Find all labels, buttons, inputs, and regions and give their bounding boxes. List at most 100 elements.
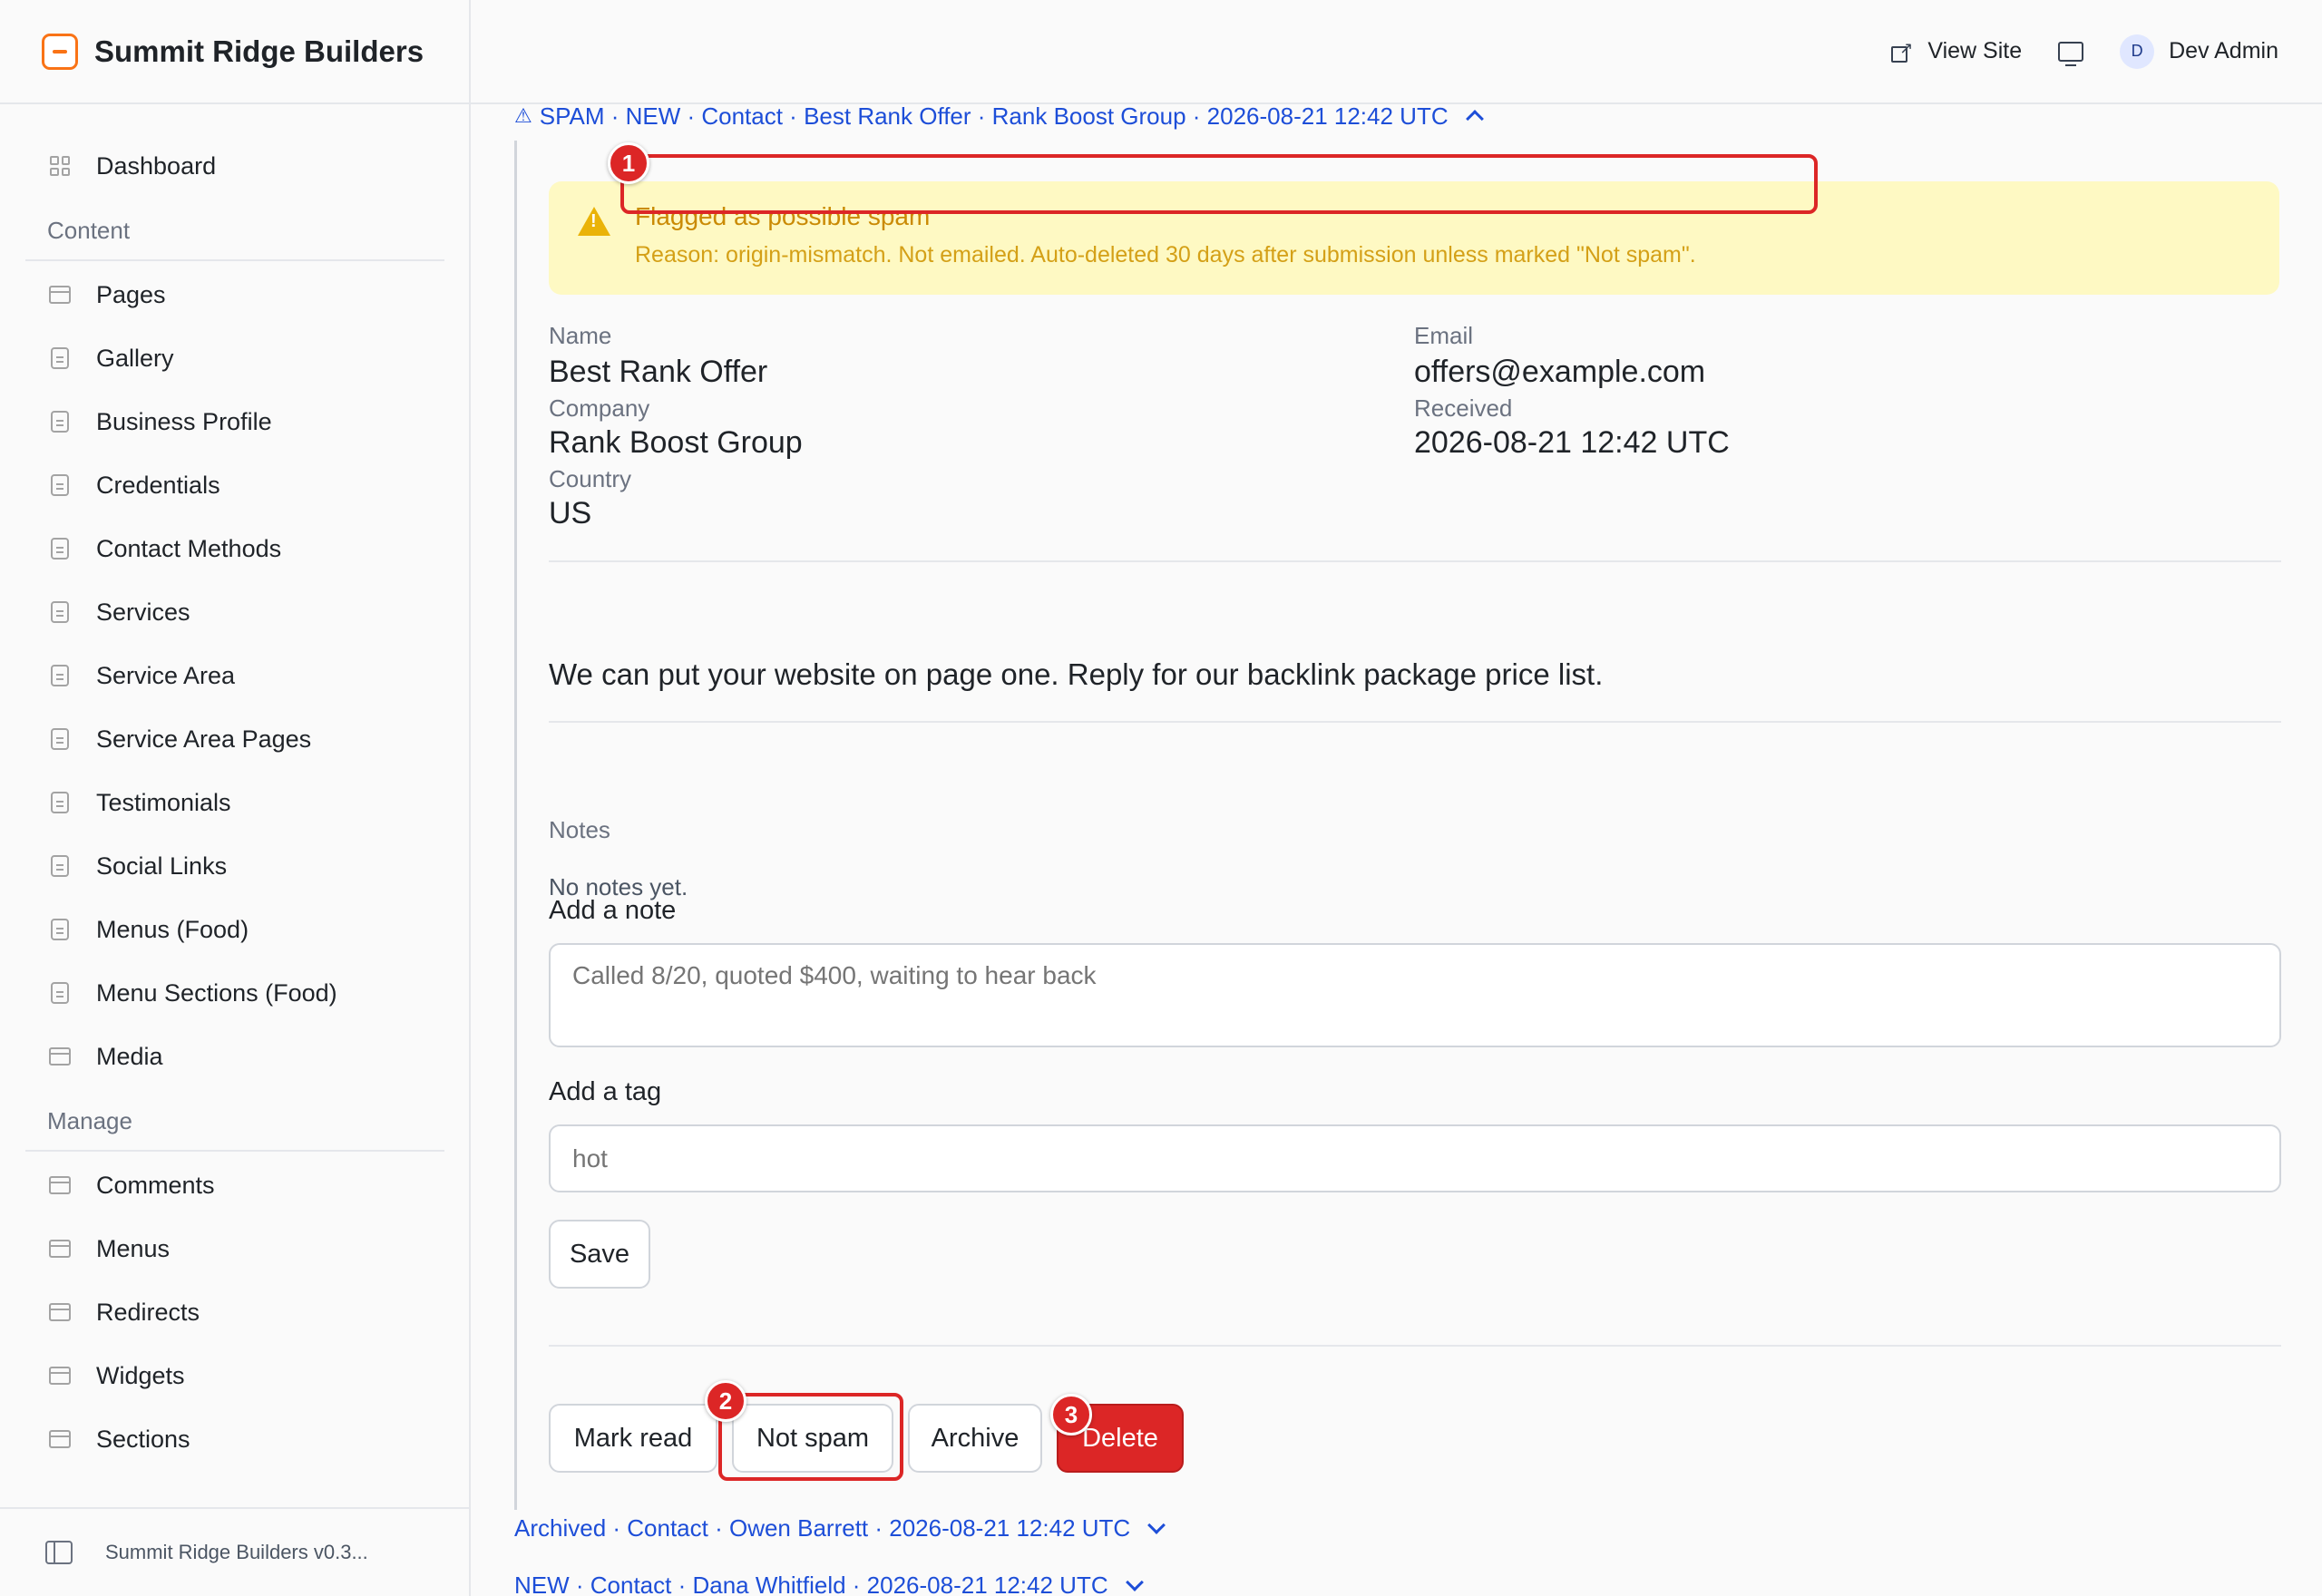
entry-detail: Flagged as possible spam Reason: origin-… (514, 141, 2281, 1510)
user-menu[interactable]: D Dev Admin (2120, 34, 2278, 69)
sidebar-item-credentials[interactable]: Credentials (25, 453, 444, 517)
document-icon (49, 411, 71, 433)
document-icon (49, 982, 71, 1004)
save-button[interactable]: Save (549, 1220, 650, 1289)
sidebar-item-menus-food[interactable]: Menus (Food) (25, 898, 444, 961)
warning-icon (578, 207, 610, 236)
sidebar-item-media[interactable]: Media (25, 1025, 444, 1088)
document-icon (49, 538, 71, 560)
sidebar-item-gallery[interactable]: Gallery (25, 326, 444, 390)
sidebar-footer: Summit Ridge Builders v0.3... (0, 1507, 471, 1596)
archive-button[interactable]: Archive (908, 1404, 1042, 1473)
sidebar-item-label: Comments (96, 1171, 215, 1199)
collapsed-entry[interactable]: Archived · Contact · Owen Barrett · 2026… (514, 1513, 1166, 1542)
sidebar-item-label: Pages (96, 280, 166, 308)
company-value: Rank Boost Group (549, 425, 803, 460)
brand-logo-icon (42, 33, 78, 70)
email-label: Email (1414, 322, 1474, 349)
warning-icon: ⚠ (514, 104, 532, 127)
collapsed-entry[interactable]: NEW · Contact · Dana Whitfield · 2026-08… (514, 1571, 1144, 1596)
user-name: Dev Admin (2169, 38, 2278, 63)
add-note-label: Add a note (549, 896, 677, 925)
external-link-icon: ↗ (1891, 40, 1913, 63)
country-label: Country (549, 465, 632, 492)
document-icon (49, 919, 71, 940)
sidebar: Summit Ridge Builders Dashboard Content … (0, 0, 471, 1596)
annotation-marker: 3 (1050, 1394, 1092, 1435)
sidebar-item-label: Menus (Food) (96, 915, 249, 943)
name-label: Name (549, 322, 612, 349)
not-spam-button[interactable]: Not spam (732, 1404, 893, 1473)
sidebar-item-label: Sections (96, 1425, 190, 1453)
preview-button[interactable] (2058, 41, 2084, 66)
sidebar-item-label: Testimonials (96, 788, 231, 816)
view-site-link[interactable]: ↗ View Site (1891, 38, 2022, 64)
brand-header[interactable]: Summit Ridge Builders (0, 0, 469, 104)
sidebar-item-label: Services (96, 598, 190, 626)
topbar: ↗ View Site D Dev Admin (471, 0, 2322, 104)
document-icon (49, 347, 71, 369)
sidebar-item-pages[interactable]: Pages (25, 263, 444, 326)
annotation-marker: 1 (608, 142, 649, 184)
divider (549, 1345, 2281, 1347)
document-icon (49, 792, 71, 813)
sidebar-section-content: Content (25, 198, 444, 261)
sidebar-item-testimonials[interactable]: Testimonials (25, 771, 444, 834)
puzzle-icon (49, 1365, 71, 1387)
sidebar-item-services[interactable]: Services (25, 580, 444, 644)
sidebar-item-service-area-pages[interactable]: Service Area Pages (25, 707, 444, 771)
sidebar-item-label: Gallery (96, 344, 174, 372)
sidebar-item-label: Business Profile (96, 407, 272, 435)
sidebar-item-label: Social Links (96, 852, 228, 880)
app-version: Summit Ridge Builders v0.3... (105, 1541, 368, 1563)
note-textarea[interactable] (549, 943, 2281, 1047)
received-value: 2026-08-21 12:42 UTC (1414, 425, 1730, 460)
sidebar-item-menu-sections-food[interactable]: Menu Sections (Food) (25, 961, 444, 1025)
sidebar-item-menus[interactable]: Menus (25, 1217, 444, 1280)
sidebar-item-comments[interactable]: Comments (25, 1153, 444, 1217)
divider (549, 721, 2281, 723)
mark-read-button[interactable]: Mark read (549, 1404, 717, 1473)
chevron-up-icon (1465, 110, 1484, 128)
message-body: We can put your website on page one. Rep… (549, 657, 1604, 691)
chevron-down-icon (1125, 1573, 1144, 1591)
sidebar-item-label: Media (96, 1042, 163, 1070)
brand-title: Summit Ridge Builders (94, 34, 424, 68)
sidebar-item-business-profile[interactable]: Business Profile (25, 390, 444, 453)
sections-icon (49, 1428, 71, 1450)
redirect-icon (49, 1301, 71, 1323)
sidebar-item-service-area[interactable]: Service Area (25, 644, 444, 707)
sidebar-item-social-links[interactable]: Social Links (25, 834, 444, 898)
sidebar-item-contact-methods[interactable]: Contact Methods (25, 517, 444, 580)
comment-icon (49, 1174, 71, 1196)
sidebar-item-redirects[interactable]: Redirects (25, 1280, 444, 1344)
email-value: offers@example.com (1414, 355, 1706, 389)
company-label: Company (549, 394, 650, 422)
entry-header-toggle[interactable]: ⚠ SPAM · NEW · Contact · Best Rank Offer… (514, 102, 1484, 130)
sidebar-item-dashboard[interactable]: Dashboard (25, 134, 444, 198)
add-tag-label: Add a tag (549, 1077, 662, 1106)
sidebar-item-label: Redirects (96, 1298, 200, 1326)
sidebar-item-widgets[interactable]: Widgets (25, 1344, 444, 1407)
document-icon (49, 601, 71, 623)
sidebar-toggle-icon[interactable] (45, 1541, 73, 1564)
notes-label: Notes (549, 816, 610, 843)
sidebar-item-label: Dashboard (96, 151, 217, 180)
menu-icon (49, 1238, 71, 1260)
annotation-marker: 2 (705, 1380, 746, 1422)
sidebar-item-sections[interactable]: Sections (25, 1407, 444, 1471)
collapsed-entry-text: Archived · Contact · Owen Barrett · 2026… (514, 1513, 1131, 1542)
sidebar-item-label: Service Area Pages (96, 725, 312, 753)
main-content: ⚠ SPAM · NEW · Contact · Best Rank Offer… (471, 102, 2322, 1596)
view-site-label: View Site (1927, 38, 2023, 63)
page-icon (49, 284, 71, 306)
sidebar-item-label: Credentials (96, 471, 220, 499)
sidebar-item-label: Widgets (96, 1361, 185, 1389)
tag-input[interactable] (549, 1124, 2281, 1192)
alert-title: Flagged as possible spam (635, 202, 931, 230)
collapsed-entry-text: NEW · Contact · Dana Whitfield · 2026-08… (514, 1571, 1108, 1596)
country-value: US (549, 496, 592, 530)
sidebar-item-label: Service Area (96, 661, 236, 689)
dashboard-icon (49, 155, 71, 177)
document-icon (49, 665, 71, 686)
